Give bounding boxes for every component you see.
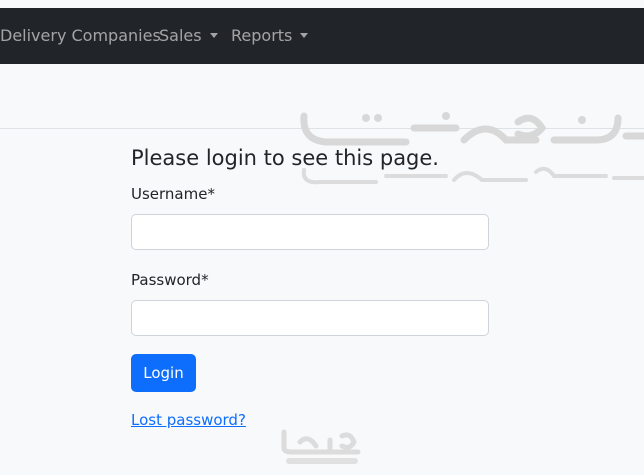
- login-title: Please login to see this page.: [131, 146, 439, 170]
- nav-item-sales[interactable]: Sales: [159, 27, 218, 45]
- lost-password-link[interactable]: Lost password?: [131, 410, 246, 430]
- watermark-logo-icon: [300, 112, 644, 185]
- caret-down-icon: [209, 33, 218, 38]
- nav-item-delivery-companies[interactable]: Delivery Companies: [0, 27, 161, 45]
- nav-item-reports[interactable]: Reports: [231, 26, 309, 45]
- nav-item-label: Sales: [159, 26, 202, 45]
- username-label: Username*: [131, 185, 215, 203]
- username-input[interactable]: [131, 214, 489, 250]
- login-button[interactable]: Login: [131, 354, 196, 392]
- password-label: Password*: [131, 271, 209, 289]
- page: Delivery Companies Sales Reports Please …: [0, 0, 644, 475]
- top-strip: [0, 0, 644, 8]
- top-navbar: Delivery Companies Sales Reports: [0, 8, 644, 64]
- nav-item-label: Delivery Companies: [0, 26, 161, 45]
- caret-down-icon: [300, 33, 309, 38]
- watermark-mostaql-logo-icon: [281, 429, 361, 464]
- password-input[interactable]: [131, 300, 489, 336]
- nav-item-label: Reports: [231, 26, 293, 45]
